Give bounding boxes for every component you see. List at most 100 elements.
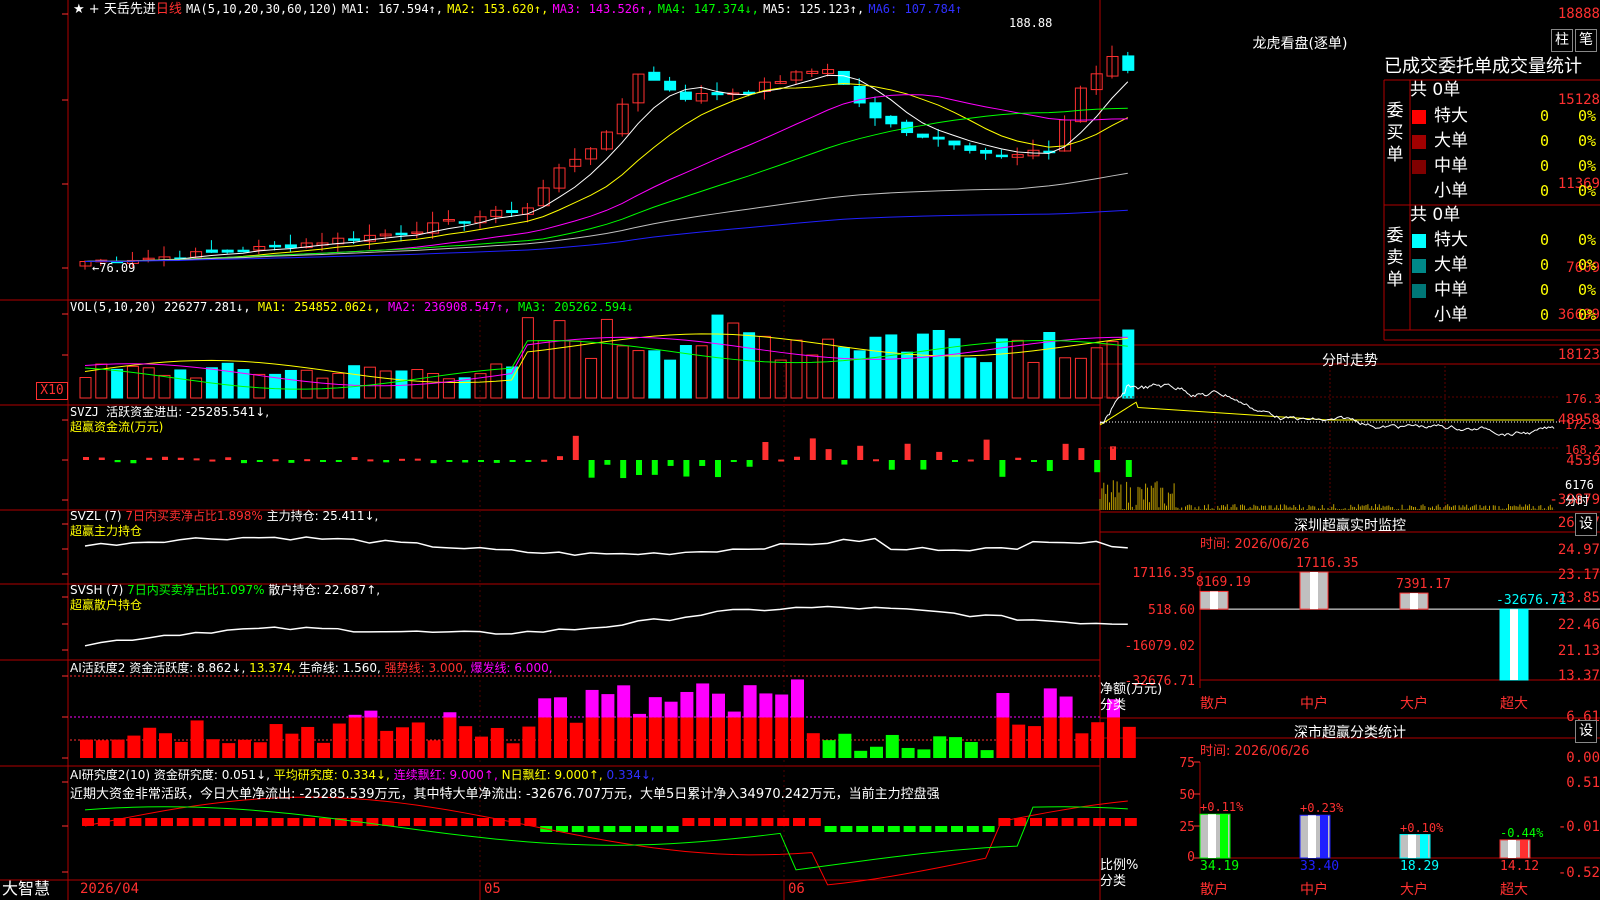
research-bar xyxy=(366,818,379,826)
fundflow-bar xyxy=(952,460,958,462)
active-bar xyxy=(364,717,378,758)
candle-body xyxy=(948,140,961,146)
active-bar xyxy=(459,726,473,758)
active-bar-top xyxy=(664,701,678,718)
category-value: 18.29 xyxy=(1400,859,1440,874)
volume-bar xyxy=(142,367,155,399)
volume-bar xyxy=(774,359,787,399)
volume-bar xyxy=(126,365,139,399)
ma4-value: MA4: 147.374↓, xyxy=(657,2,759,16)
tick-mode-button[interactable]: 笔 xyxy=(1575,29,1597,52)
volume-bar xyxy=(332,372,345,399)
active-bar xyxy=(822,740,836,758)
monitor-bar-value: 7391.17 xyxy=(1396,577,1451,593)
fundflow-bar xyxy=(588,460,595,478)
active-bar xyxy=(111,739,125,758)
active-bar xyxy=(506,743,520,758)
active-bar xyxy=(174,741,188,758)
research-bar xyxy=(872,826,884,832)
category-change: +0.10% xyxy=(1400,820,1444,835)
active-bar-top xyxy=(759,693,773,718)
fundflow-bar xyxy=(1125,460,1132,477)
monitor-bar-value: 17116.35 xyxy=(1296,556,1359,571)
ma3-value: MA3: 143.526↑, xyxy=(552,2,654,16)
active-bar xyxy=(980,750,994,758)
monitor-bar-highlight xyxy=(1310,572,1318,610)
fundflow-bar xyxy=(1062,443,1069,460)
fundflow-bar xyxy=(493,460,500,463)
star-icon[interactable]: ★ xyxy=(73,2,85,17)
research-bar xyxy=(729,818,742,826)
active-bar xyxy=(522,726,536,758)
order-percent: 0% xyxy=(1578,157,1597,175)
candle-body xyxy=(711,92,724,96)
research-bar xyxy=(1014,818,1027,826)
ai-research-ytick: 0.51 xyxy=(1566,775,1600,791)
volume-bar xyxy=(221,362,234,399)
monitor-settings-button[interactable]: 设 xyxy=(1575,513,1597,536)
category-value: 14.12 xyxy=(1500,859,1540,874)
intraday-ytick: 176.3 xyxy=(1565,392,1600,406)
period-label[interactable]: 日线 xyxy=(156,2,182,17)
order-size-name: 小单 xyxy=(1434,181,1468,201)
candle-body xyxy=(837,70,850,85)
volume-bar xyxy=(553,320,566,399)
candle-body xyxy=(664,80,677,91)
fundflow-bar xyxy=(651,460,658,475)
stock-name[interactable]: 天岳先进 xyxy=(104,2,156,17)
intraday-title: 分时走势 xyxy=(1322,353,1378,369)
active-bar-top xyxy=(1059,696,1073,718)
fundflow-bar xyxy=(399,458,405,461)
order-count: 0 xyxy=(1540,231,1550,249)
category-bar-highlight xyxy=(1308,815,1316,858)
active-bar xyxy=(870,746,883,758)
monitor-ylabel: 净额(万元) xyxy=(1100,682,1163,697)
bar-mode-button[interactable]: 柱 xyxy=(1551,29,1573,52)
volume-bar xyxy=(158,374,171,399)
fundflow-bar xyxy=(1094,460,1101,473)
candle-body xyxy=(885,115,898,125)
svzj-header: SVZJ 活跃资金进出: -25285.541↓, xyxy=(70,405,269,420)
chart-canvas[interactable] xyxy=(0,0,1600,900)
buy-side-label: 委买单 xyxy=(1386,101,1404,165)
research-bar xyxy=(840,826,853,832)
active-bar xyxy=(427,740,441,758)
active-bar xyxy=(949,737,962,758)
fundflow-bar xyxy=(462,460,469,463)
active-bar xyxy=(190,720,204,758)
ai-active-value2: 13.374, xyxy=(249,661,295,675)
active-bar xyxy=(538,717,552,758)
research-bar xyxy=(176,818,189,826)
active-bar-top xyxy=(775,694,789,718)
fundflow-bar xyxy=(683,460,690,477)
ai-research-avg: 平均研究度: 0.334↓, xyxy=(273,768,390,782)
active-bar-top xyxy=(601,694,615,718)
category-bar-color xyxy=(1520,839,1528,858)
research-bar xyxy=(951,826,963,832)
candle-body xyxy=(269,244,282,248)
kline-ytick: 18888 xyxy=(1557,6,1600,22)
svzl-subtitle: 超赢主力持仓 xyxy=(70,524,143,538)
volume-bar xyxy=(885,334,898,399)
svsh-header: SVSH (7) 7日内买卖净占比1.097% 散户持仓: 22.687↑, xyxy=(70,583,380,598)
fundflow-bar xyxy=(430,460,437,464)
category-bar-color xyxy=(1220,814,1228,858)
ai-active-header: AI活跃度2 资金活跃度: 8.862↓, 13.374, 生命线: 1.560… xyxy=(70,661,553,676)
fundflow-bar xyxy=(114,460,121,463)
volume-bar xyxy=(1074,357,1087,399)
research-bar xyxy=(935,826,948,832)
category-bar-highlight xyxy=(1208,814,1216,858)
research-bar xyxy=(145,818,158,826)
category-settings-button[interactable]: 设 xyxy=(1575,720,1597,743)
active-bar-top xyxy=(364,710,378,718)
crosshair-icon[interactable]: + xyxy=(89,2,100,17)
ai-burst-line: 爆发线: 6.000, xyxy=(470,661,553,675)
fundflow-bar xyxy=(83,456,89,460)
fundflow-bar xyxy=(272,459,279,462)
active-bar xyxy=(648,717,662,758)
research-bar xyxy=(477,818,489,826)
volume-bar xyxy=(869,336,882,399)
research-bar xyxy=(224,818,237,826)
candle-body xyxy=(458,221,471,224)
research-bar xyxy=(666,826,679,832)
